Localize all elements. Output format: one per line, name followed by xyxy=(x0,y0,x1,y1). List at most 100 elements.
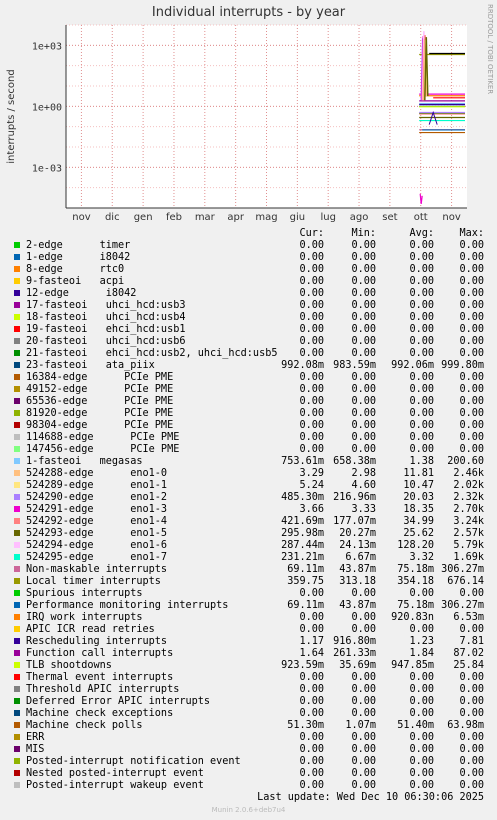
legend-max-value: 25.84 xyxy=(453,660,484,671)
legend-swatch xyxy=(14,362,20,368)
legend-swatch xyxy=(14,770,20,776)
legend-label: 1-edge i8042 xyxy=(26,252,131,263)
legend-swatch xyxy=(14,614,20,620)
legend-max-value: 6.53m xyxy=(453,612,484,623)
legend-swatch xyxy=(14,626,20,632)
legend-swatch xyxy=(14,338,20,344)
x-tick-label: mag xyxy=(255,212,277,223)
legend-swatch xyxy=(14,482,20,488)
legend-swatch xyxy=(14,530,20,536)
legend-label: Machine check exceptions xyxy=(26,708,174,719)
legend-row: ERR 0.00 0.00 0.00 0.00 xyxy=(0,732,497,744)
x-tick-label: apr xyxy=(227,212,244,223)
legend-swatch xyxy=(14,734,20,740)
legend-label: Thermal event interrupts xyxy=(26,672,174,683)
legend-max-value: 0.00 xyxy=(459,672,484,683)
legend-label: APIC ICR read retries xyxy=(26,624,155,635)
legend-row: Threshold APIC interrupts 0.00 0.00 0.00 0.0… xyxy=(0,684,497,696)
x-tick-label: feb xyxy=(166,212,182,223)
legend-row: 49152-edge PCIe PME 0.00 0.00 0.00 0.00 xyxy=(0,384,497,396)
legend-row: 16384-edge PCIe PME 0.00 0.00 0.00 0.00 xyxy=(0,372,497,384)
x-tick-label: lug xyxy=(320,212,335,223)
x-tick-label: ott xyxy=(414,212,428,223)
legend-row: IRQ work interrupts 0.00 0.00 920.83n 6.53m xyxy=(0,612,497,624)
legend-label: 524293-edge eno1-5 xyxy=(26,528,168,539)
legend-row: Posted-interrupt wakeup event 0.00 0.00 0.0… xyxy=(0,780,497,792)
legend-swatch xyxy=(14,518,20,524)
legend-label: 12-edge i8042 xyxy=(26,288,137,299)
legend-swatch xyxy=(14,374,20,380)
legend-swatch xyxy=(14,566,20,572)
y-tick-label: 1e-03 xyxy=(32,163,62,174)
legend-row: Performance monitoring interrupts 69.11m 4… xyxy=(0,600,497,612)
y-tick-label: 1e+03 xyxy=(32,41,62,52)
legend-max-value: 0.00 xyxy=(459,408,484,419)
x-tick-label: gen xyxy=(134,212,153,223)
legend-label: Threshold APIC interrupts xyxy=(26,684,180,695)
legend-row: 524289-edge eno1-1 5.24 4.60 10.47 2.02k xyxy=(0,480,497,492)
legend-swatch xyxy=(14,710,20,716)
legend-swatch xyxy=(14,506,20,512)
legend-swatch xyxy=(14,446,20,452)
legend-max-value: 5.79k xyxy=(453,540,484,551)
legend-label: Function call interrupts xyxy=(26,648,174,659)
legend-swatch xyxy=(14,722,20,728)
legend-label: 524294-edge eno1-6 xyxy=(26,540,168,551)
legend-row: Spurious interrupts 0.00 0.00 0.00 0.00 xyxy=(0,588,497,600)
legend-max-value: 0.00 xyxy=(459,732,484,743)
legend-max-value: 63.98m xyxy=(447,720,484,731)
legend-row: 147456-edge PCIe PME 0.00 0.00 0.00 0.00 xyxy=(0,444,497,456)
legend-max-value: 0.00 xyxy=(459,756,484,767)
legend-swatch xyxy=(14,266,20,272)
legend-swatch xyxy=(14,554,20,560)
legend-row: 524295-edge eno1-7 231.21m 6.67m 3.32 1.69k xyxy=(0,552,497,564)
legend-label: 1-fasteoi megasas xyxy=(26,456,143,467)
legend-swatch xyxy=(14,698,20,704)
legend-swatch xyxy=(14,350,20,356)
legend-label: 19-fasteoi ehci_hcd:usb1 xyxy=(26,324,186,335)
legend-label: Deferred Error APIC interrupts xyxy=(26,696,211,707)
legend-max-value: 7.81 xyxy=(459,636,484,647)
legend-max-value: 0.00 xyxy=(459,276,484,287)
legend-max-value: 2.57k xyxy=(453,528,484,539)
legend-max-value: 0.00 xyxy=(459,264,484,275)
legend-label: Local timer interrupts xyxy=(26,576,161,587)
legend-max-value: 0.00 xyxy=(459,444,484,455)
legend-swatch xyxy=(14,782,20,788)
legend-max-value: 0.00 xyxy=(459,768,484,779)
legend-swatch xyxy=(14,758,20,764)
legend-max-value: 0.00 xyxy=(459,324,484,335)
x-tick-label: ago xyxy=(350,212,369,223)
y-axis-label: interrupts / second xyxy=(6,69,17,163)
legend-swatch xyxy=(14,386,20,392)
legend-swatch xyxy=(14,458,20,464)
legend-row: 18-fasteoi uhci_hcd:usb4 0.00 0.00 0.00 0.00 xyxy=(0,312,497,324)
legend-max-value: 0.00 xyxy=(459,696,484,707)
legend-swatch xyxy=(14,470,20,476)
legend-row: 524294-edge eno1-6 287.44m 24.13m 128.20 5.7… xyxy=(0,540,497,552)
legend-max-value: 2.32k xyxy=(453,492,484,503)
legend-label: 21-fasteoi ehci_hcd:usb2, uhci_hcd:usb5 xyxy=(26,348,278,359)
legend-max-value: 0.00 xyxy=(459,300,484,311)
legend-row: 17-fasteoi uhci_hcd:usb3 0.00 0.00 0.00 0.00 xyxy=(0,300,497,312)
legend-max-value: 2.02k xyxy=(453,480,484,491)
legend-swatch xyxy=(14,674,20,680)
legend-row: 524291-edge eno1-3 3.66 3.33 18.35 2.70k xyxy=(0,504,497,516)
legend-label: 49152-edge PCIe PME xyxy=(26,384,174,395)
legend-label: 65536-edge PCIe PME xyxy=(26,396,174,407)
legend-max-value: 0.00 xyxy=(459,312,484,323)
x-tick-label: giu xyxy=(290,212,305,223)
legend-label: ERR xyxy=(26,732,45,743)
legend-row: 524293-edge eno1-5 295.98m 20.27m 25.62 2.57… xyxy=(0,528,497,540)
legend-max-value: 0.00 xyxy=(459,396,484,407)
legend-label: 524291-edge eno1-3 xyxy=(26,504,168,515)
legend-label: Machine check polls xyxy=(26,720,143,731)
legend-max-value: 999.80m xyxy=(441,360,484,371)
legend-max-value: 0.00 xyxy=(459,372,484,383)
legend-swatch xyxy=(14,638,20,644)
legend-row: 81920-edge PCIe PME 0.00 0.00 0.00 0.00 xyxy=(0,408,497,420)
legend-row: 19-fasteoi ehci_hcd:usb1 0.00 0.00 0.00 0.00 xyxy=(0,324,497,336)
legend-label: 147456-edge PCIe PME xyxy=(26,444,180,455)
legend-max-value: 0.00 xyxy=(459,708,484,719)
legend-label: IRQ work interrupts xyxy=(26,612,143,623)
